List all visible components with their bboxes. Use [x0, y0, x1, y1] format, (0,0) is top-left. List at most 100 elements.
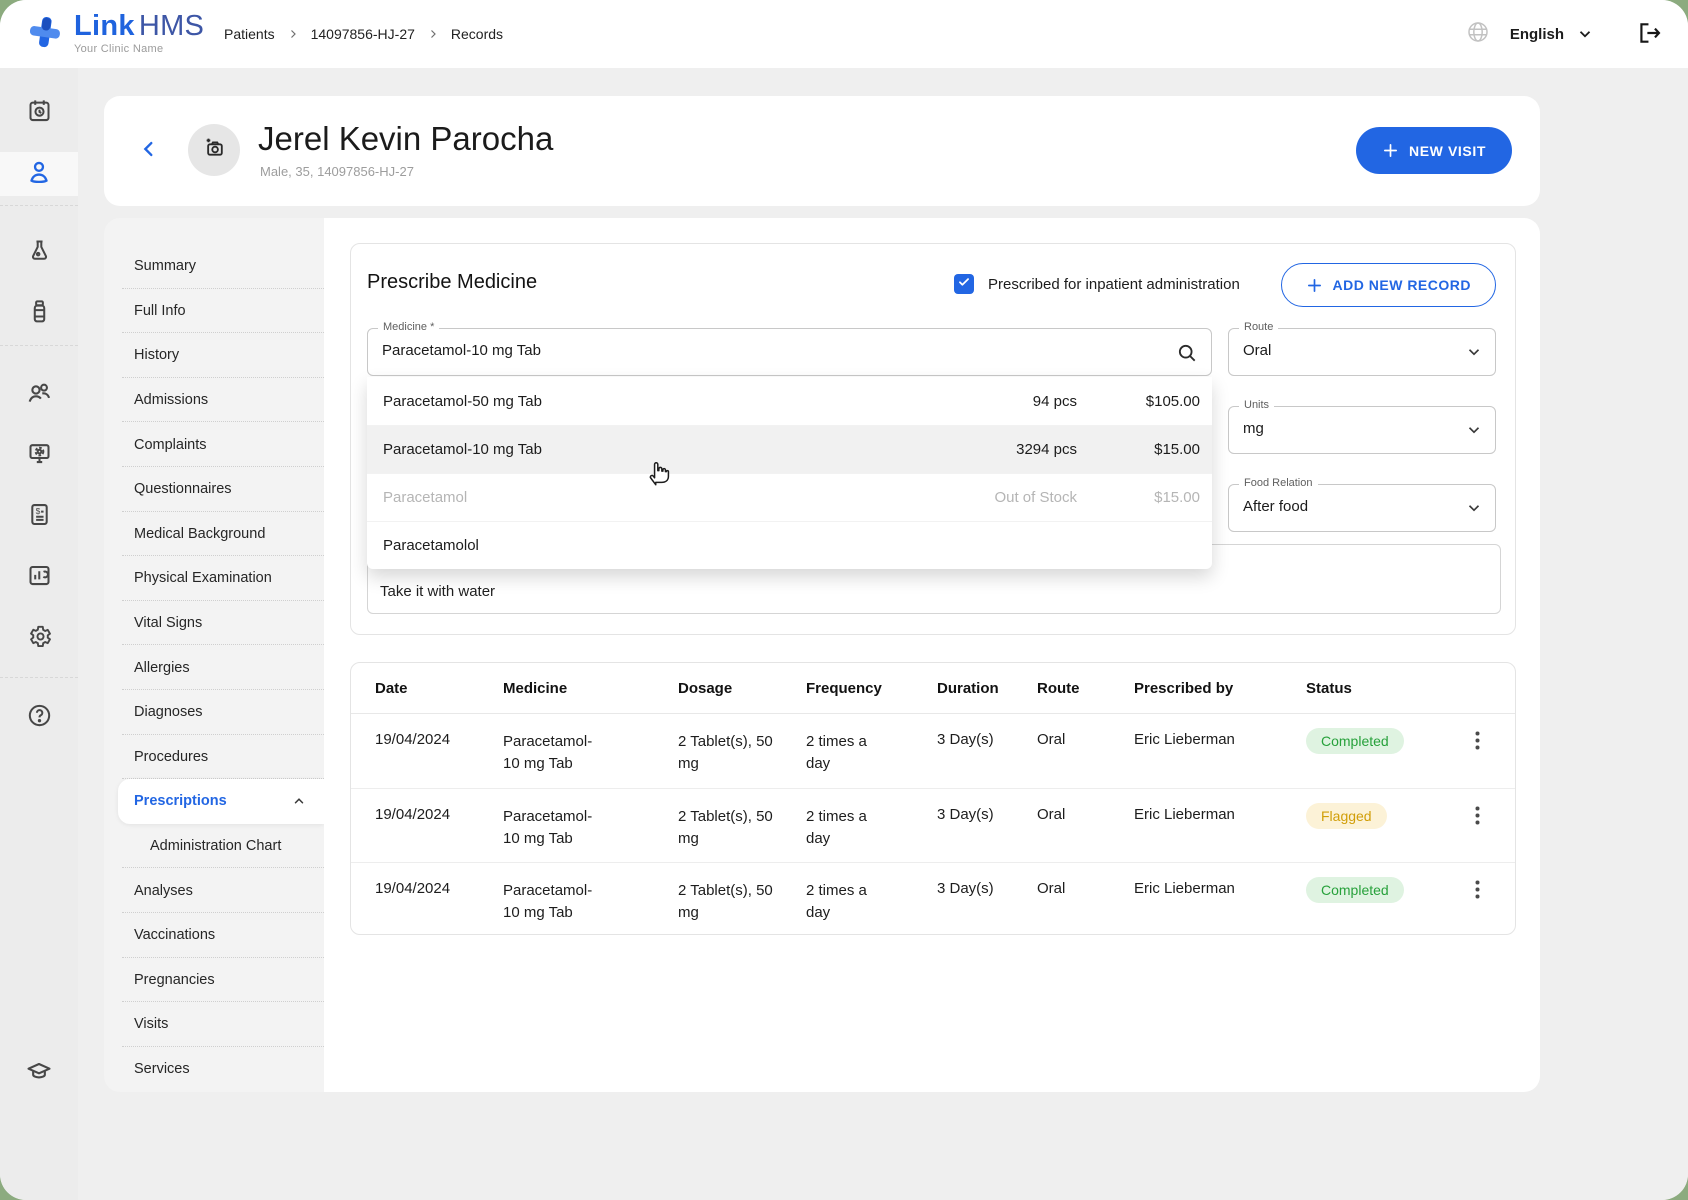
patient-header-card: Jerel Kevin Parocha Male, 35, 14097856-H… — [104, 96, 1540, 206]
nav-label: Pregnancies — [134, 972, 215, 988]
app-logo[interactable]: LinkHMS Your Clinic Name — [26, 12, 204, 57]
logo-subtitle: Your Clinic Name — [74, 44, 204, 55]
nav-label: Services — [134, 1061, 190, 1077]
note-field-value: Take it with water — [380, 583, 495, 600]
nav-item-procedures[interactable]: Procedures — [104, 735, 324, 780]
patient-avatar[interactable] — [188, 124, 240, 176]
option-name: Paracetamol — [383, 489, 467, 506]
breadcrumb: Patients 14097856-HJ-27 Records — [224, 0, 503, 68]
row-actions-menu[interactable] — [1469, 727, 1486, 757]
add-new-record-button[interactable]: ADD NEW RECORD — [1281, 263, 1496, 307]
route-label: Route — [1239, 321, 1278, 333]
medicine-option-out-of-stock: Paracetamol Out of Stock $15.00 — [367, 473, 1212, 521]
breadcrumb-patients[interactable]: Patients — [224, 26, 275, 42]
cell-duration: 3 Day(s) — [937, 806, 1037, 823]
sidebar-item-admin[interactable] — [0, 434, 78, 478]
food-relation-label: Food Relation — [1239, 477, 1318, 489]
chevron-up-icon — [292, 794, 306, 808]
nav-item-visits[interactable]: Visits — [104, 1002, 324, 1047]
sidebar-item-training[interactable] — [0, 1051, 78, 1095]
chevron-left-icon — [138, 148, 160, 163]
logout-button[interactable] — [1636, 20, 1662, 49]
sidebar-item-reports[interactable] — [0, 556, 78, 600]
medicine-field[interactable]: Medicine * Paracetamol-10 mg Tab — [367, 328, 1212, 376]
back-button[interactable] — [138, 138, 160, 163]
nav-label: History — [134, 347, 179, 363]
nav-label: Visits — [134, 1016, 168, 1032]
nav-item-administration-chart[interactable]: Administration Chart — [104, 824, 324, 869]
nav-item-complaints[interactable]: Complaints — [104, 422, 324, 467]
nav-item-history[interactable]: History — [104, 333, 324, 378]
sidebar-item-laboratory[interactable] — [0, 231, 78, 275]
nav-item-prescriptions[interactable]: Prescriptions — [118, 779, 324, 824]
add-new-record-label: ADD NEW RECORD — [1333, 277, 1471, 293]
graduation-cap-icon — [25, 1057, 53, 1090]
row-actions-menu[interactable] — [1469, 802, 1486, 832]
cell-prescribed-by: Eric Lieberman — [1134, 806, 1306, 823]
medicine-option[interactable]: Paracetamol-10 mg Tab 3294 pcs $15.00 — [367, 425, 1212, 473]
nav-item-allergies[interactable]: Allergies — [104, 645, 324, 690]
nav-item-diagnoses[interactable]: Diagnoses — [104, 690, 324, 735]
units-select[interactable]: Units mg — [1228, 406, 1496, 454]
cell-prescribed-by: Eric Lieberman — [1134, 880, 1306, 897]
cell-frequency: 2 times a day — [806, 731, 876, 775]
breadcrumb-records[interactable]: Records — [451, 26, 503, 42]
sidebar-item-help[interactable] — [0, 696, 78, 740]
col-prescribed-by: Prescribed by — [1134, 680, 1306, 697]
nav-item-medical-background[interactable]: Medical Background — [104, 512, 324, 557]
cell-duration: 3 Day(s) — [937, 731, 1037, 748]
nav-item-analyses[interactable]: Analyses — [104, 868, 324, 913]
chevron-down-icon — [1465, 421, 1483, 444]
units-value: mg — [1243, 420, 1264, 437]
inpatient-checkbox[interactable] — [954, 274, 974, 294]
col-dosage: Dosage — [678, 680, 806, 697]
new-visit-button[interactable]: NEW VISIT — [1356, 127, 1512, 174]
table-row: 19/04/2024 Paracetamol-10 mg Tab 2 Table… — [351, 714, 1515, 788]
nav-item-admissions[interactable]: Admissions — [104, 378, 324, 423]
chevron-right-icon — [427, 28, 439, 40]
nav-item-questionnaires[interactable]: Questionnaires — [104, 467, 324, 512]
language-selector[interactable]: English — [1504, 25, 1594, 43]
cell-duration: 3 Day(s) — [937, 880, 1037, 897]
sidebar-item-appointments[interactable] — [0, 91, 78, 135]
nav-label: Questionnaires — [134, 481, 232, 497]
logo-cross-icon — [26, 12, 64, 57]
nav-item-physical-examination[interactable]: Physical Examination — [104, 556, 324, 601]
sidebar-item-staff[interactable] — [0, 373, 78, 417]
nav-label: Procedures — [134, 749, 208, 765]
records-content-card: Prescribe Medicine Prescribed for inpati… — [324, 218, 1540, 1092]
breadcrumb-patient-id[interactable]: 14097856-HJ-27 — [311, 26, 415, 42]
cell-prescribed-by: Eric Lieberman — [1134, 731, 1306, 748]
lab-flask-icon — [26, 237, 53, 269]
nav-label: Administration Chart — [150, 838, 281, 854]
patient-meta: Male, 35, 14097856-HJ-27 — [260, 164, 414, 179]
sidebar-item-patients[interactable] — [0, 152, 78, 196]
route-select[interactable]: Route Oral — [1228, 328, 1496, 376]
nav-label: Summary — [134, 258, 196, 274]
nav-item-summary[interactable]: Summary — [104, 244, 324, 289]
medicine-option[interactable]: Paracetamolol — [367, 521, 1212, 569]
row-actions-menu[interactable] — [1469, 876, 1486, 906]
medicine-option[interactable]: Paracetamol-50 mg Tab 94 pcs $105.00 — [367, 377, 1212, 425]
sidebar-item-settings[interactable] — [0, 617, 78, 661]
sidebar-item-pharmacy[interactable] — [0, 292, 78, 336]
col-route: Route — [1037, 680, 1134, 697]
logout-icon — [1636, 20, 1662, 49]
nav-label: Allergies — [134, 660, 190, 676]
table-row: 19/04/2024 Paracetamol-10 mg Tab 2 Table… — [351, 862, 1515, 935]
inpatient-checkbox-label[interactable]: Prescribed for inpatient administration — [988, 276, 1240, 293]
nav-label: Medical Background — [134, 526, 265, 542]
cell-date: 19/04/2024 — [375, 806, 503, 823]
nav-item-vaccinations[interactable]: Vaccinations — [104, 913, 324, 958]
nav-label: Prescriptions — [134, 793, 227, 809]
nav-item-services[interactable]: Services — [104, 1047, 324, 1092]
search-icon[interactable] — [1176, 342, 1198, 369]
new-visit-label: NEW VISIT — [1409, 143, 1486, 159]
sidebar-item-billing[interactable]: $ — [0, 495, 78, 539]
patient-name: Jerel Kevin Parocha — [258, 120, 553, 158]
food-relation-select[interactable]: Food Relation After food — [1228, 484, 1496, 532]
nav-item-pregnancies[interactable]: Pregnancies — [104, 958, 324, 1003]
nav-item-full-info[interactable]: Full Info — [104, 289, 324, 334]
nav-item-vital-signs[interactable]: Vital Signs — [104, 601, 324, 646]
nav-label: Vital Signs — [134, 615, 202, 631]
